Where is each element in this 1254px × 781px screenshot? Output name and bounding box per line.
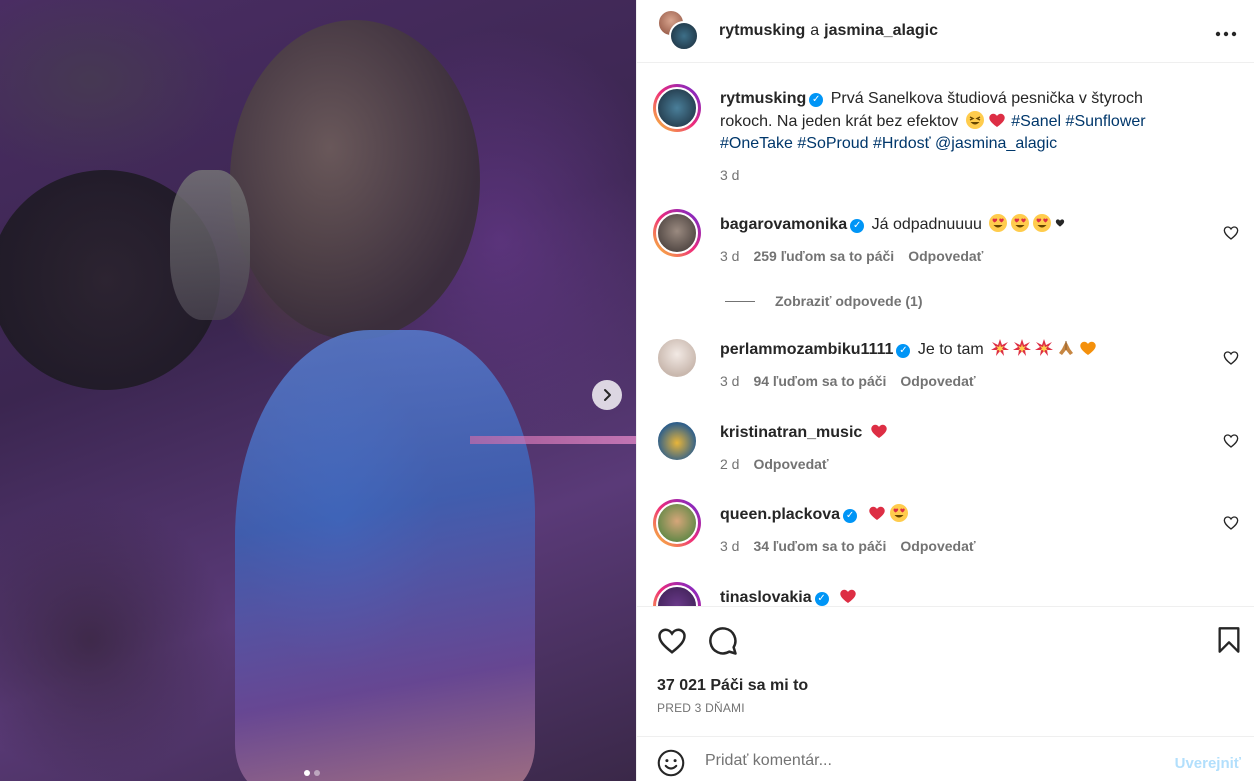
bookmark-icon[interactable] <box>1217 626 1241 654</box>
verified-badge-icon: ✓ <box>850 219 865 233</box>
avatar-story-ring[interactable] <box>653 499 701 547</box>
author-link[interactable]: rytmusking <box>719 22 805 39</box>
comment-input[interactable] <box>705 749 1145 773</box>
chevron-right-icon <box>604 389 611 401</box>
avatar-container[interactable] <box>653 417 701 465</box>
comment-likes[interactable]: 259 ľuďom sa to páči <box>753 245 894 267</box>
avatar <box>669 21 699 51</box>
avatar-story-ring[interactable] <box>653 84 701 132</box>
verified-badge-icon: ✓ <box>814 592 829 606</box>
collision-emoji-icon <box>991 339 1010 356</box>
post-authors: rytmusking a jasmina_alagic <box>719 22 938 39</box>
comment-time[interactable]: 3 d <box>720 535 739 557</box>
post-timestamp[interactable]: PRED 3 DŇAMI <box>657 701 745 715</box>
red-heart-emoji-icon <box>870 424 887 438</box>
comments-list[interactable]: rytmusking ✓ Prvá Sanelkova študiová pesn… <box>637 64 1254 606</box>
comment-meta: 3 d 259 ľuďom sa to páči Odpovedať <box>720 245 1210 267</box>
post-actions: 37 021 Páči sa mi to PRED 3 DŇAMI <box>637 606 1254 736</box>
more-options-button[interactable] <box>1215 20 1237 40</box>
comment-likes[interactable]: 34 ľuďom sa to páči <box>753 535 886 557</box>
comment-bubble-icon[interactable] <box>708 626 738 656</box>
avatar <box>656 420 698 462</box>
collab-avatars[interactable] <box>657 9 701 53</box>
verified-badge-icon: ✓ <box>809 93 824 107</box>
hashtag-link[interactable]: #Sunflower <box>1066 113 1146 130</box>
comment-username[interactable]: perlammozambiku1111 <box>720 341 893 358</box>
view-replies-button[interactable]: Zobraziť odpovede (1) <box>725 293 923 309</box>
reply-button[interactable]: Odpovedať <box>900 535 975 557</box>
black-heart-emoji-icon <box>1056 219 1065 227</box>
like-heart-icon[interactable] <box>657 627 687 655</box>
heart-eyes-emoji-icon <box>989 214 1008 232</box>
carousel-dot <box>314 770 320 776</box>
hashtag-link[interactable]: #OneTake <box>720 135 793 152</box>
avatar-story-ring[interactable] <box>653 582 701 606</box>
author-link[interactable]: jasmina_alagic <box>824 22 938 39</box>
caption-meta: 3 d <box>720 164 1190 186</box>
caption-username[interactable]: rytmusking <box>720 90 806 107</box>
heart-eyes-emoji-icon <box>1033 214 1052 232</box>
comment-text: Já odpadnuuuu <box>871 216 982 233</box>
post-header: rytmusking a jasmina_alagic <box>637 0 1254 63</box>
reply-button[interactable]: Odpovedať <box>908 245 983 267</box>
mention-link[interactable]: @jasmina_alagic <box>935 135 1057 152</box>
comment-time[interactable]: 3 d <box>720 370 739 392</box>
avatar-story-ring[interactable] <box>653 209 701 257</box>
hashtag-link[interactable]: #SoProud <box>797 135 868 152</box>
collision-emoji-icon <box>1013 339 1032 356</box>
comment-meta: 3 d 94 ľuďom sa to páči Odpovedať <box>720 370 1210 392</box>
avatar-container[interactable] <box>653 334 701 382</box>
like-comment-heart-icon[interactable] <box>1223 515 1239 531</box>
comment-meta: 2 d Odpovedať <box>720 453 1210 475</box>
comment-username[interactable]: queen.plackova <box>720 506 840 523</box>
verified-badge-icon: ✓ <box>896 344 911 358</box>
more-horizontal-icon <box>1215 31 1237 37</box>
carousel-dot-active <box>304 770 310 776</box>
avatar <box>656 87 698 129</box>
reply-button[interactable]: Odpovedať <box>900 370 975 392</box>
instagram-post-view: rytmusking a jasmina_alagic rytmusking ✓ Pr… <box>0 0 1254 781</box>
comment-time[interactable]: 3 d <box>720 245 739 267</box>
avatar <box>656 212 698 254</box>
comment-text: Je to tam <box>917 341 984 358</box>
red-heart-emoji-icon <box>840 589 856 603</box>
add-comment-bar: Uverejniť <box>637 736 1254 781</box>
heart-eyes-emoji-icon <box>1011 214 1030 232</box>
comment-username[interactable]: tinaslovakia <box>720 589 812 606</box>
like-comment-heart-icon[interactable] <box>1223 350 1239 366</box>
carousel-indicator <box>304 770 320 776</box>
hashtag-link[interactable]: #Hrdosť <box>873 135 931 152</box>
red-heart-emoji-icon <box>868 506 885 520</box>
avatar <box>656 502 698 544</box>
reply-button[interactable]: Odpovedať <box>753 453 828 475</box>
red-heart-emoji-icon <box>989 113 1005 127</box>
carousel-next-button[interactable] <box>592 380 622 410</box>
avatar <box>656 585 698 606</box>
comment-likes[interactable]: 94 ľuďom sa to páči <box>753 370 886 392</box>
orange-heart-emoji-icon <box>1080 341 1096 355</box>
laughing-emoji-icon <box>965 111 984 129</box>
folded-hands-emoji-icon <box>1059 341 1074 355</box>
comment-username[interactable]: bagarovamonika <box>720 216 847 233</box>
emoji-picker-icon[interactable] <box>657 749 685 777</box>
comment-time[interactable]: 2 d <box>720 453 739 475</box>
hashtag-link[interactable]: #Sanel <box>1011 113 1061 130</box>
post-comment-button[interactable]: Uverejniť <box>1175 755 1241 772</box>
likes-count[interactable]: 37 021 Páči sa mi to <box>657 677 808 695</box>
caption-time[interactable]: 3 d <box>720 164 739 186</box>
collision-emoji-icon <box>1035 339 1054 356</box>
post-details-panel: rytmusking a jasmina_alagic rytmusking ✓ Pr… <box>636 0 1254 781</box>
avatar <box>656 337 698 379</box>
comment-username[interactable]: kristinatran_music <box>720 424 862 441</box>
like-comment-heart-icon[interactable] <box>1223 225 1239 241</box>
heart-eyes-emoji-icon <box>889 504 908 522</box>
like-comment-heart-icon[interactable] <box>1223 433 1239 449</box>
comment-meta: 3 d 34 ľuďom sa to páči Odpovedať <box>720 535 1210 557</box>
verified-badge-icon: ✓ <box>843 509 858 523</box>
post-media[interactable] <box>0 0 636 781</box>
